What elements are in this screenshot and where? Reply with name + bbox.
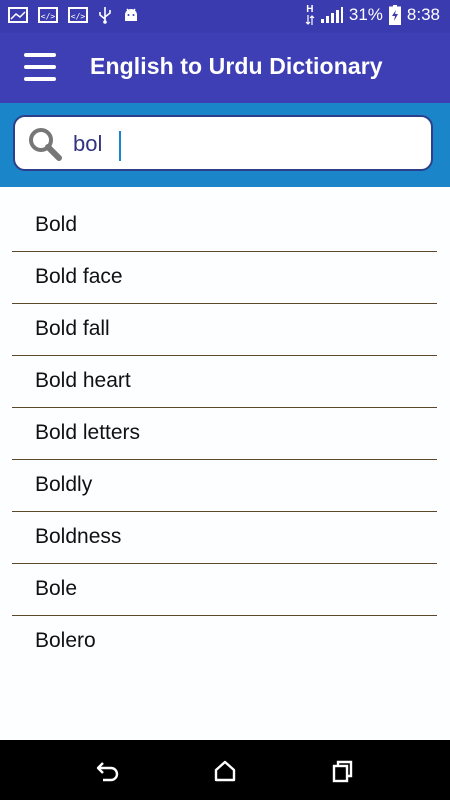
- search-input[interactable]: [73, 127, 413, 161]
- app-title: English to Urdu Dictionary: [90, 53, 383, 79]
- home-icon[interactable]: [211, 757, 239, 785]
- list-item[interactable]: Bolero: [12, 616, 437, 668]
- network-type-icon: H: [305, 5, 315, 25]
- list-item[interactable]: Bold fall: [12, 304, 437, 356]
- hamburger-menu-icon[interactable]: [24, 51, 56, 83]
- list-item-label: Bold: [35, 213, 78, 236]
- list-item-label: Boldness: [35, 525, 122, 548]
- results-list: Bold Bold face Bold fall Bold heart Bold…: [0, 187, 450, 740]
- recents-icon[interactable]: [329, 757, 357, 785]
- list-item-label: Bold letters: [35, 421, 141, 444]
- status-bar: </> </> H 31% 8:38: [0, 0, 450, 33]
- clock: 8:38: [406, 5, 440, 24]
- battery-percent: 31%: [348, 5, 383, 24]
- list-item[interactable]: Bold face: [12, 252, 437, 304]
- list-item[interactable]: Bold heart: [12, 356, 437, 408]
- svg-text:</>: </>: [41, 12, 56, 21]
- android-icon: [122, 6, 140, 24]
- search-area: [0, 103, 450, 187]
- list-item[interactable]: Boldly: [12, 460, 437, 512]
- list-item[interactable]: Boldness: [12, 512, 437, 564]
- list-item-label: Bold fall: [35, 317, 110, 340]
- list-item-label: Boldly: [35, 473, 93, 496]
- list-item[interactable]: Bold letters: [12, 408, 437, 460]
- list-item-label: Bold face: [35, 265, 123, 288]
- code-notification-icon: </>: [38, 7, 58, 23]
- list-item-label: Bole: [35, 577, 78, 600]
- list-item[interactable]: Bold: [12, 200, 437, 252]
- image-notification-icon: [8, 7, 28, 23]
- list-item-label: Bold heart: [35, 369, 131, 392]
- search-box[interactable]: [13, 115, 433, 171]
- app-bar: English to Urdu Dictionary: [0, 33, 450, 103]
- usb-icon: [98, 6, 112, 24]
- search-icon: [27, 126, 63, 167]
- code-notification-icon-2: </>: [68, 7, 88, 23]
- list-item-label: Bolero: [35, 629, 96, 652]
- system-nav-bar: [0, 740, 450, 800]
- back-icon[interactable]: [94, 757, 122, 785]
- network-type-label: H: [306, 4, 314, 15]
- signal-icon: [320, 7, 343, 23]
- system-status: H 31% 8:38: [305, 5, 440, 25]
- svg-text:</>: </>: [71, 12, 86, 21]
- list-item[interactable]: Bole: [12, 564, 437, 616]
- notification-icons: </> </>: [8, 6, 140, 24]
- text-cursor: [119, 131, 121, 161]
- battery-icon: [388, 5, 401, 25]
